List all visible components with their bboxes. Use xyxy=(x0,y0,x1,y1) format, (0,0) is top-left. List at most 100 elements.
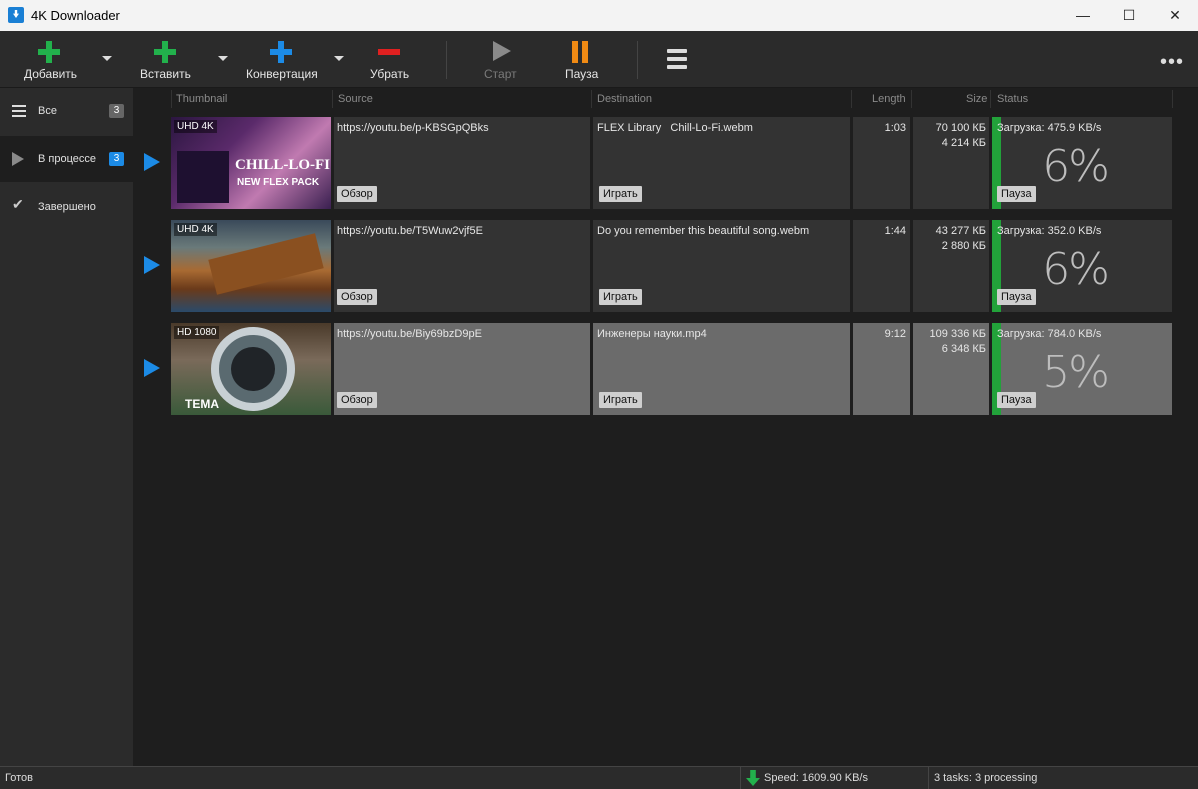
play-button[interactable]: Играть xyxy=(599,392,642,408)
source-cell: https://youtu.be/Biy69bzD9pE Обзор xyxy=(334,323,590,415)
column-destination[interactable]: Destination xyxy=(597,93,652,105)
remove-label: Убрать xyxy=(370,67,410,81)
source-cell: https://youtu.be/T5Wuw2vjf5E Обзор xyxy=(334,220,590,312)
add-label: Добавить xyxy=(24,67,78,81)
table-row[interactable]: ТЕМА HD 1080 https://youtu.be/Biy69bzD9p… xyxy=(171,323,1172,415)
destination-cell: Do you remember this beautiful song.webm… xyxy=(593,220,850,312)
video-thumbnail: CHILL-LO-FI NEW FLEX PACK UHD 4K xyxy=(171,117,331,209)
minimize-button[interactable]: — xyxy=(1060,0,1106,31)
destination-cell: Инженеры науки.mp4 Играть xyxy=(593,323,850,415)
destination-cell: FLEX Library Chill-Lo-Fi.webm Играть xyxy=(593,117,850,209)
status-text: Загрузка: 352.0 KB/s xyxy=(997,225,1102,237)
paste-dropdown-chevron-icon[interactable] xyxy=(218,56,228,61)
download-speed-icon xyxy=(746,770,760,786)
count-badge: 3 xyxy=(109,152,124,166)
convert-label: Конвертация xyxy=(246,67,318,81)
source-cell: https://youtu.be/p-KBSGpQBks Обзор xyxy=(334,117,590,209)
length-value: 9:12 xyxy=(884,328,906,340)
size-downloaded: 4 214 КБ xyxy=(941,137,986,149)
size-cell: 70 100 КБ 4 214 КБ xyxy=(913,117,989,209)
toolbar: Добавить Вставить Конвертация Убрать Ста… xyxy=(0,31,1198,88)
thumbnail-subtitle: NEW FLEX PACK xyxy=(237,177,320,188)
sidebar-item-in-progress[interactable]: В процессе 3 xyxy=(0,136,133,182)
play-icon xyxy=(493,41,511,61)
column-source[interactable]: Source xyxy=(338,93,373,105)
convert-button[interactable]: Конвертация xyxy=(244,31,324,87)
count-badge: 3 xyxy=(109,104,124,118)
row-play-icon[interactable] xyxy=(144,256,160,274)
size-downloaded: 6 348 КБ xyxy=(941,343,986,355)
length-value: 1:44 xyxy=(884,225,906,237)
window-title: 4K Downloader xyxy=(31,8,120,23)
column-size[interactable]: Size xyxy=(966,93,987,105)
column-status[interactable]: Status xyxy=(997,93,1028,105)
source-url: https://youtu.be/T5Wuw2vjf5E xyxy=(337,225,483,237)
add-dropdown-chevron-icon[interactable] xyxy=(102,56,112,61)
status-text: Загрузка: 784.0 KB/s xyxy=(997,328,1102,340)
length-cell: 1:44 xyxy=(853,220,910,312)
progress-percent: 6% xyxy=(1042,141,1110,192)
toolbar-divider xyxy=(446,41,447,79)
sidebar-item-all[interactable]: Все 3 xyxy=(0,88,133,134)
plus-icon xyxy=(154,41,176,63)
size-cell: 43 277 КБ 2 880 КБ xyxy=(913,220,989,312)
play-button[interactable]: Играть xyxy=(599,186,642,202)
length-value: 1:03 xyxy=(884,122,906,134)
quality-badge: UHD 4K xyxy=(174,120,217,133)
size-downloaded: 2 880 КБ xyxy=(941,240,986,252)
video-thumbnail: UHD 4K xyxy=(171,220,331,312)
menu-icon[interactable] xyxy=(667,49,687,69)
convert-dropdown-chevron-icon[interactable] xyxy=(334,56,344,61)
start-button[interactable]: Старт xyxy=(478,31,528,87)
row-play-icon[interactable] xyxy=(144,359,160,377)
remove-button[interactable]: Убрать xyxy=(366,31,416,87)
destination-file: Chill-Lo-Fi.webm xyxy=(670,122,753,134)
pause-icon xyxy=(572,41,588,63)
paste-button[interactable]: Вставить xyxy=(135,31,195,87)
thumbnail-art xyxy=(177,151,229,203)
pause-button[interactable]: Пауза xyxy=(997,392,1036,408)
ready-status: Готов xyxy=(5,772,33,784)
reactor-core-art xyxy=(231,347,275,391)
minus-icon xyxy=(378,41,400,63)
destination-folder: FLEX Library xyxy=(597,122,662,134)
more-options-icon[interactable]: ••• xyxy=(1160,51,1184,74)
speed-status: Speed: 1609.90 KB/s xyxy=(764,772,868,784)
table-row[interactable]: UHD 4K https://youtu.be/T5Wuw2vjf5E Обзо… xyxy=(171,220,1172,312)
table-row[interactable]: CHILL-LO-FI NEW FLEX PACK UHD 4K https:/… xyxy=(171,117,1172,209)
convert-icon xyxy=(270,41,292,63)
close-button[interactable]: ✕ xyxy=(1152,0,1198,31)
toolbar-divider xyxy=(637,41,638,79)
row-play-icon[interactable] xyxy=(144,153,160,171)
pause-button[interactable]: Пауза xyxy=(997,289,1036,305)
progress-percent: 5% xyxy=(1042,347,1110,398)
size-total: 43 277 КБ xyxy=(935,225,986,237)
app-logo-icon xyxy=(8,7,24,23)
maximize-button[interactable]: ☐ xyxy=(1106,0,1152,31)
destination-file: Do you remember this beautiful song.webm xyxy=(597,225,810,237)
length-cell: 1:03 xyxy=(853,117,910,209)
pause-button[interactable]: Пауза xyxy=(997,186,1036,202)
browse-button[interactable]: Обзор xyxy=(337,186,377,202)
destination-file: Инженеры науки.mp4 xyxy=(597,328,707,340)
source-url: https://youtu.be/Biy69bzD9pE xyxy=(337,328,482,340)
browse-button[interactable]: Обзор xyxy=(337,392,377,408)
status-text: Загрузка: 475.9 KB/s xyxy=(997,122,1102,134)
add-button[interactable]: Добавить xyxy=(20,31,80,87)
start-label: Старт xyxy=(484,67,517,81)
play-button[interactable]: Играть xyxy=(599,289,642,305)
pause-label: Пауза xyxy=(565,67,599,81)
status-cell: Загрузка: 475.9 KB/s 6% Пауза xyxy=(992,117,1172,209)
column-header-row: Thumbnail Source Destination Length Size… xyxy=(135,88,1198,110)
list-icon xyxy=(12,105,26,117)
size-total: 70 100 КБ xyxy=(935,122,986,134)
sidebar-item-completed[interactable]: ✔ Завершено xyxy=(0,184,133,230)
column-thumbnail[interactable]: Thumbnail xyxy=(176,93,227,105)
column-length[interactable]: Length xyxy=(872,93,906,105)
plus-icon xyxy=(38,41,60,63)
browse-button[interactable]: Обзор xyxy=(337,289,377,305)
length-cell: 9:12 xyxy=(853,323,910,415)
pause-all-button[interactable]: Пауза xyxy=(560,31,610,87)
sidebar: Все 3 В процессе 3 ✔ Завершено xyxy=(0,88,133,766)
progress-percent: 6% xyxy=(1042,244,1110,295)
